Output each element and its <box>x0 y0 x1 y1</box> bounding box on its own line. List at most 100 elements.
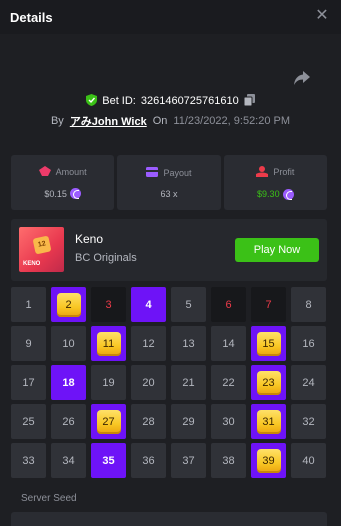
payout-value: 63 x <box>160 188 178 199</box>
hit-tile: 23 <box>256 370 281 395</box>
keno-cell-31: 31 <box>251 404 286 439</box>
keno-cell-37: 37 <box>171 443 206 478</box>
hit-tile: 39 <box>256 448 281 473</box>
payout-value-row: 63 x <box>160 189 177 199</box>
amount-value: $0.15 <box>44 188 67 199</box>
keno-number: 30 <box>222 415 235 428</box>
keno-number: 33 <box>22 454 35 467</box>
keno-number: 4 <box>145 298 152 311</box>
profit-label: Profit <box>273 167 295 177</box>
amount-label: Amount <box>55 167 87 177</box>
keno-cell-38: 38 <box>211 443 246 478</box>
thumb-tile: 12 <box>32 235 52 255</box>
keno-cell-32: 32 <box>291 404 326 439</box>
hit-tile: 27 <box>96 409 121 434</box>
keno-number: 34 <box>62 454 75 467</box>
keno-cell-34: 34 <box>51 443 86 478</box>
keno-cell-7: 7 <box>251 287 286 322</box>
keno-number: 18 <box>62 376 75 389</box>
bet-id-row: Bet ID: 3261460725761610 <box>0 93 341 109</box>
keno-number: 8 <box>305 298 312 311</box>
game-card: 12 KENO Keno BC Originals Play Now <box>11 219 327 281</box>
by-label: By <box>50 115 64 127</box>
keno-number: 32 <box>302 415 315 428</box>
profit-header: Profit <box>256 165 295 179</box>
payout-header: Payout <box>146 166 192 179</box>
keno-number: 14 <box>222 337 235 350</box>
bet-meta-row: By アみJohn Wick On 11/23/2022, 9:52:20 PM <box>0 113 341 129</box>
server-seed-field <box>11 512 327 526</box>
keno-cell-22: 22 <box>211 365 246 400</box>
keno-cell-15: 15 <box>251 326 286 361</box>
keno-cell-11: 11 <box>91 326 126 361</box>
payout-card: Payout 63 x <box>117 155 221 210</box>
keno-cell-8: 8 <box>291 287 326 322</box>
game-name: Keno <box>75 232 104 246</box>
player-name-link[interactable]: アみJohn Wick <box>70 113 147 129</box>
keno-number: 16 <box>302 337 315 350</box>
keno-cell-2: 2 <box>51 287 86 322</box>
keno-cell-9: 9 <box>11 326 46 361</box>
keno-cell-18: 18 <box>51 365 86 400</box>
amount-value-row: $0.15 <box>44 188 81 199</box>
amount-icon <box>38 166 51 178</box>
coin-icon <box>69 188 81 199</box>
keno-cell-17: 17 <box>11 365 46 400</box>
shield-check-icon <box>86 93 98 109</box>
header: Details ✕ <box>0 0 341 34</box>
keno-cell-6: 6 <box>211 287 246 322</box>
keno-cell-24: 24 <box>291 365 326 400</box>
keno-number: 22 <box>222 376 235 389</box>
keno-number: 24 <box>302 376 315 389</box>
keno-cell-28: 28 <box>131 404 166 439</box>
keno-number: 40 <box>302 454 315 467</box>
keno-number: 28 <box>142 415 155 428</box>
close-icon[interactable]: ✕ <box>315 8 329 24</box>
thumb-label: KENO <box>23 261 41 267</box>
keno-cell-40: 40 <box>291 443 326 478</box>
bet-stats: Amount $0.15 Payout 63 x Profit $9.30 <box>11 155 327 210</box>
keno-thumbnail[interactable]: 12 KENO <box>19 227 64 272</box>
profit-icon <box>256 165 269 179</box>
keno-number: 38 <box>222 454 235 467</box>
keno-number: 1 <box>25 298 32 311</box>
bet-datetime: 11/23/2022, 9:52:20 PM <box>173 115 291 127</box>
keno-number: 36 <box>142 454 155 467</box>
keno-cell-20: 20 <box>131 365 166 400</box>
keno-number: 7 <box>265 298 272 311</box>
keno-cell-33: 33 <box>11 443 46 478</box>
keno-cell-26: 26 <box>51 404 86 439</box>
keno-number: 26 <box>62 415 75 428</box>
keno-cell-29: 29 <box>171 404 206 439</box>
keno-cell-5: 5 <box>171 287 206 322</box>
amount-header: Amount <box>38 166 87 178</box>
keno-number: 12 <box>142 337 155 350</box>
page-title: Details <box>10 10 53 25</box>
bet-id-value: 3261460725761610 <box>140 95 239 107</box>
keno-cell-1: 1 <box>11 287 46 322</box>
keno-number: 9 <box>25 337 32 350</box>
keno-number: 21 <box>182 376 195 389</box>
keno-number: 6 <box>225 298 232 311</box>
keno-number: 17 <box>22 376 35 389</box>
hit-tile: 31 <box>256 409 281 434</box>
keno-cell-12: 12 <box>131 326 166 361</box>
keno-cell-36: 36 <box>131 443 166 478</box>
keno-cell-21: 21 <box>171 365 206 400</box>
keno-cell-39: 39 <box>251 443 286 478</box>
keno-number: 3 <box>105 298 112 311</box>
keno-board: 1 2 3 4 5 6 7 8 9 10 11 12 13 14 15 16 17 18 19 20 21 22 23 24 2… <box>11 287 327 478</box>
keno-cell-35: 35 <box>91 443 126 478</box>
keno-number: 10 <box>62 337 75 350</box>
keno-cell-3: 3 <box>91 287 126 322</box>
keno-cell-16: 16 <box>291 326 326 361</box>
play-now-button[interactable]: Play Now <box>235 238 319 262</box>
keno-cell-13: 13 <box>171 326 206 361</box>
profit-card: Profit $9.30 <box>223 155 327 210</box>
keno-number: 25 <box>22 415 35 428</box>
copy-icon[interactable] <box>243 93 255 109</box>
server-seed-label: Server Seed <box>21 493 77 504</box>
keno-number: 35 <box>102 454 115 467</box>
share-icon[interactable] <box>293 70 311 86</box>
bet-id-label: Bet ID: <box>102 95 136 107</box>
